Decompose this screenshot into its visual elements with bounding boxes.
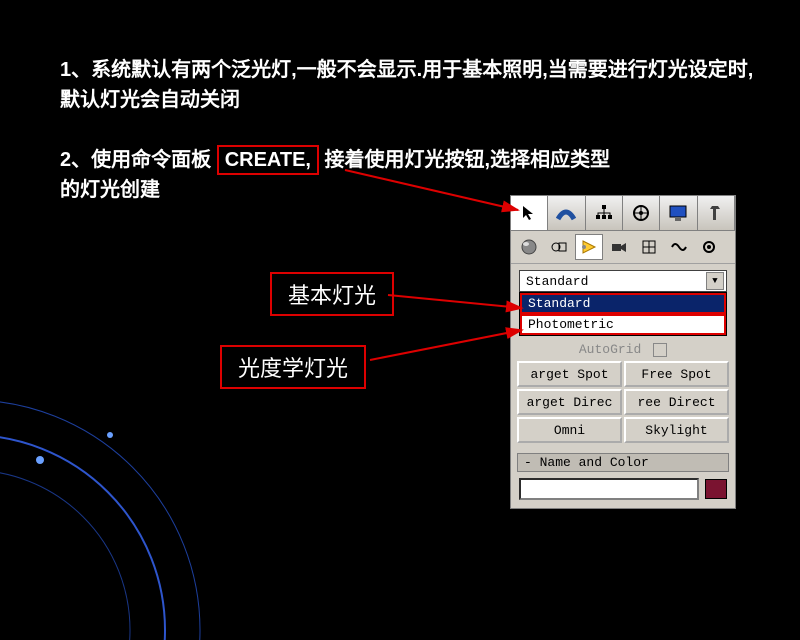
hammer-icon [706, 203, 726, 223]
dropdown-field[interactable]: Standard ▼ [519, 270, 727, 292]
free-direct-button[interactable]: ree Direct [624, 389, 729, 415]
camera-icon [610, 238, 628, 256]
display-tab[interactable] [660, 196, 697, 230]
geometry-subtab[interactable] [515, 234, 543, 260]
target-spot-button[interactable]: arget Spot [517, 361, 622, 387]
autogrid-checkbox[interactable] [653, 343, 667, 357]
skylight-button[interactable]: Skylight [624, 417, 729, 443]
free-spot-button[interactable]: Free Spot [624, 361, 729, 387]
omni-button[interactable]: Omni [517, 417, 622, 443]
systems-subtab[interactable] [695, 234, 723, 260]
panel-main-tabs [511, 196, 735, 231]
name-and-color-rollout[interactable]: - Name and Color [517, 453, 729, 472]
panel-subcategory-row [511, 231, 735, 264]
dropdown-value: Standard [526, 274, 588, 289]
dropdown-option-photometric[interactable]: Photometric [520, 314, 726, 335]
utilities-tab[interactable] [698, 196, 735, 230]
hierarchy-tab[interactable] [586, 196, 623, 230]
arrow-cursor-icon [520, 204, 538, 222]
modify-tab[interactable] [548, 196, 585, 230]
dropdown-list: Standard Photometric [519, 292, 727, 336]
object-color-swatch[interactable] [705, 479, 727, 499]
target-direct-button[interactable]: arget Direc [517, 389, 622, 415]
arc-icon [556, 203, 576, 223]
dropdown-option-standard[interactable]: Standard [520, 293, 726, 314]
spacewarps-subtab[interactable] [665, 234, 693, 260]
name-color-row [511, 474, 735, 508]
decorative-arcs [0, 380, 220, 640]
p2-before: 2、使用命令面板 [60, 149, 217, 171]
create-tab[interactable] [511, 196, 548, 230]
hierarchy-icon [594, 203, 614, 223]
autogrid-row: AutoGrid [511, 340, 735, 361]
cameras-subtab[interactable] [605, 234, 633, 260]
chevron-down-icon[interactable]: ▼ [706, 272, 724, 290]
light-icon [580, 238, 598, 256]
create-highlight-box: CREATE, [217, 145, 319, 175]
sphere-icon [520, 238, 538, 256]
lights-subtab[interactable] [575, 234, 603, 260]
monitor-icon [668, 203, 688, 223]
slide: 1、系统默认有两个泛光灯,一般不会显示.用于基本照明,当需要进行灯光设定时,默认… [0, 0, 800, 600]
wheel-icon [631, 203, 651, 223]
shapes-subtab[interactable] [545, 234, 573, 260]
shapes-icon [550, 238, 568, 256]
gear-icon [700, 238, 718, 256]
light-type-dropdown[interactable]: Standard ▼ Standard Photometric [519, 270, 727, 336]
helpers-subtab[interactable] [635, 234, 663, 260]
callout-basic-light: 基本灯光 [270, 272, 394, 316]
object-name-field[interactable] [519, 478, 699, 500]
light-buttons-grid: arget Spot Free Spot arget Direc ree Dir… [511, 361, 735, 449]
callout-photometric-light: 光度学灯光 [220, 345, 366, 389]
helpers-icon [640, 238, 658, 256]
autogrid-label: AutoGrid [579, 342, 641, 357]
paragraph-1: 1、系统默认有两个泛光灯,一般不会显示.用于基本照明,当需要进行灯光设定时,默认… [60, 55, 760, 115]
command-panel: Standard ▼ Standard Photometric AutoGrid… [510, 195, 736, 509]
motion-tab[interactable] [623, 196, 660, 230]
spacewarp-icon [670, 238, 688, 256]
